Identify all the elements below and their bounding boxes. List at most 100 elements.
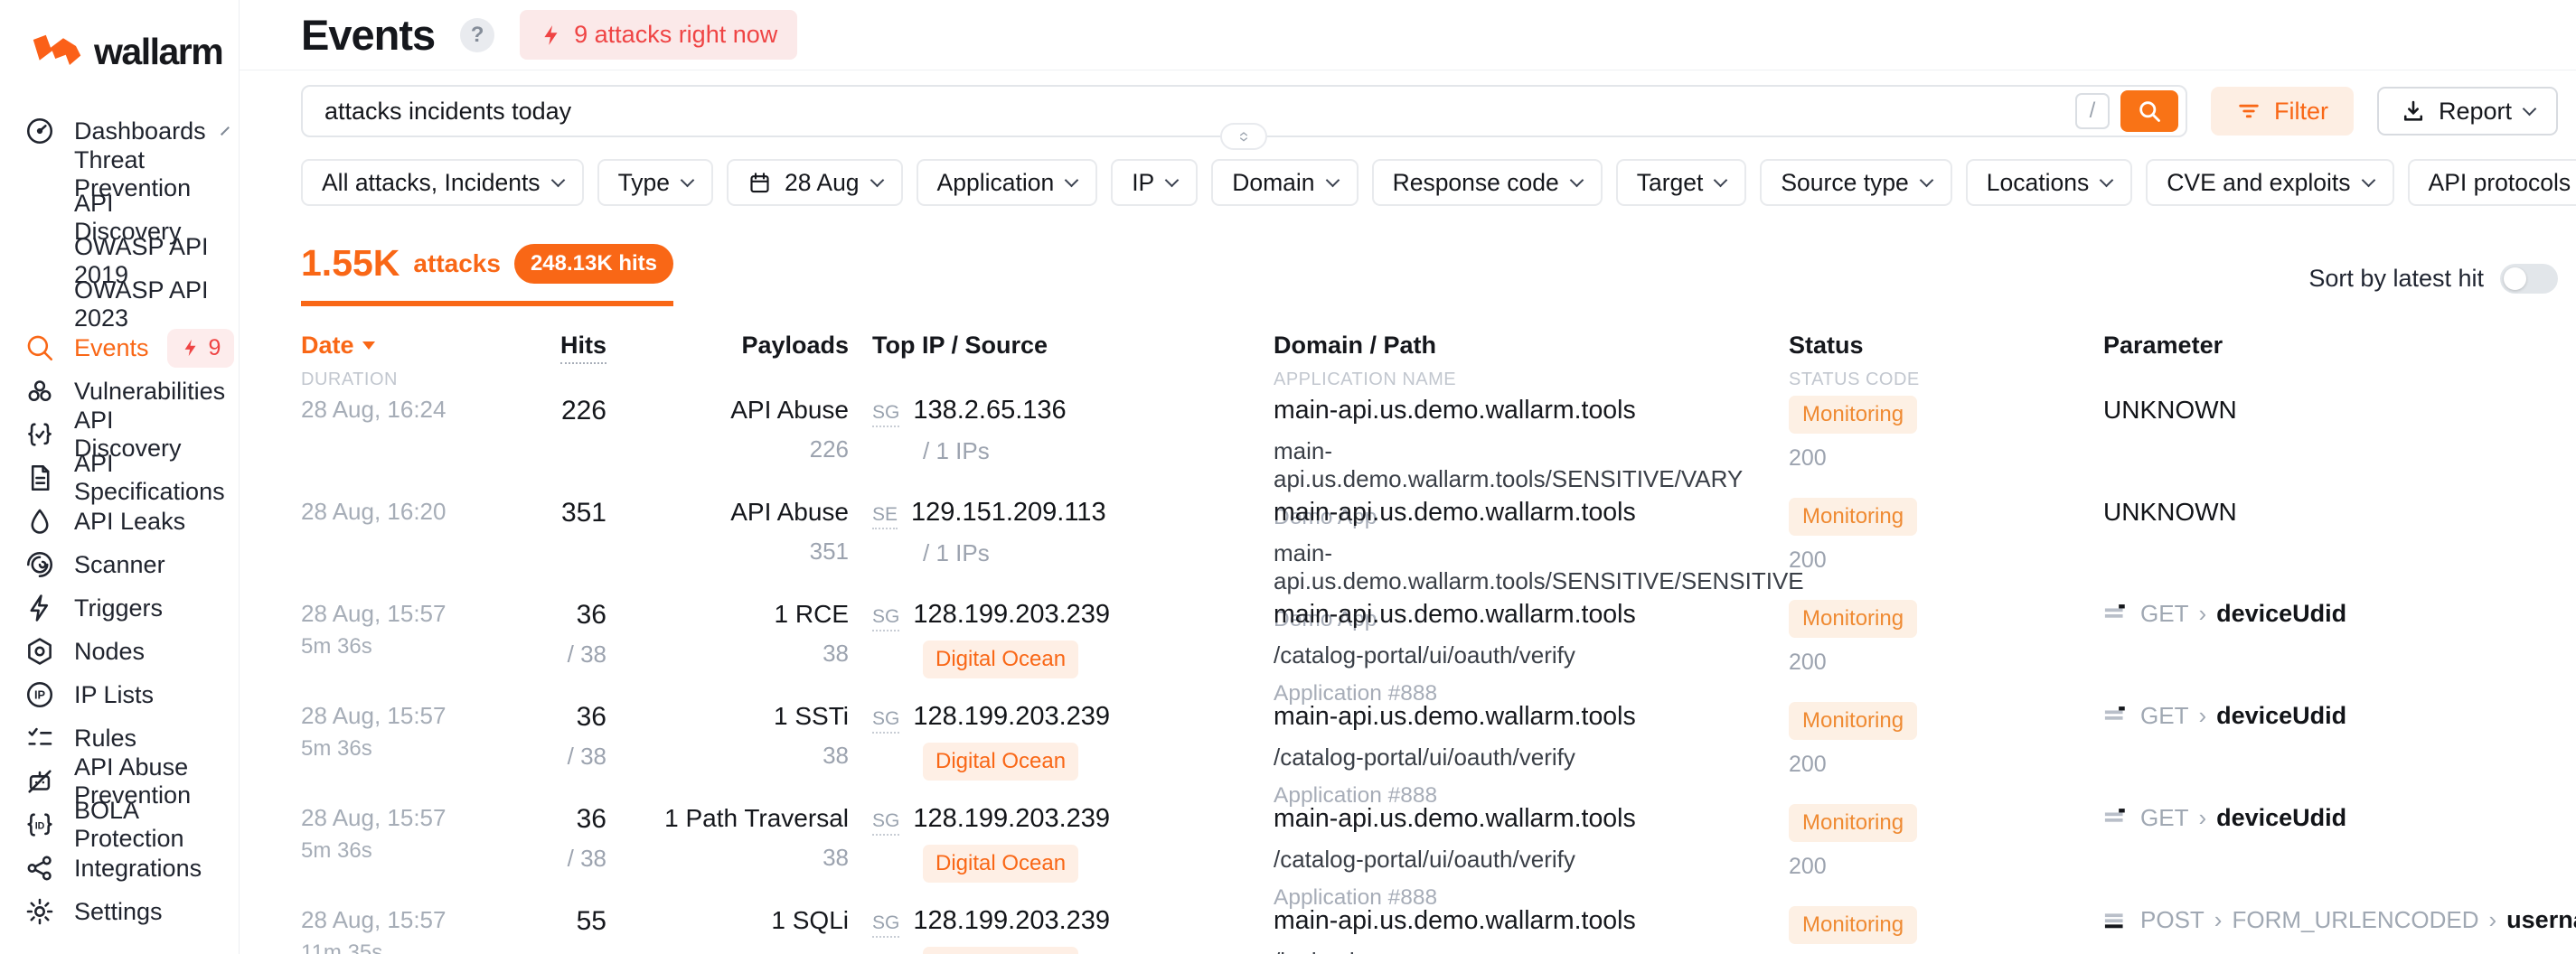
status-code: 200 [1789,854,2078,880]
column-header-domain: Domain / Path [1274,332,1789,360]
event-date: 28 Aug, 15:57 [301,804,527,831]
event-path: /login.php [1274,948,1789,954]
chip-type[interactable]: Type [597,159,713,206]
sidebar-item-triggers[interactable]: Triggers [0,586,239,630]
sort-control: Sort by latest hit [2308,264,2558,306]
chip-date[interactable]: 28 Aug [727,159,903,206]
chevron-down-icon [221,126,230,136]
chevron-separator: › [2198,600,2206,628]
sidebar-item-api-specifications[interactable]: API Specifications [0,456,239,500]
event-path: /catalog-portal/ui/oauth/verify [1274,744,1789,772]
sidebar-item-events[interactable]: Events 9 [0,326,239,369]
events-badge-count: 9 [209,335,221,361]
sidebar-item-ip-lists[interactable]: IP IP Lists [0,673,239,716]
column-header-date[interactable]: Date [301,332,527,360]
search-button[interactable] [2120,90,2178,132]
search-input[interactable] [324,98,2075,126]
table-row[interactable]: 28 Aug, 15:57 5m 36s 36 / 38 1 RCE 38 SG [301,600,2558,702]
chip-ip[interactable]: IP [1111,159,1198,206]
chip-source-type[interactable]: Source type [1760,159,1951,206]
attacks-tab[interactable]: 1.55K attacks 248.13K hits [301,242,673,306]
attacks-right-now-label: 9 attacks right now [574,21,777,49]
chevron-down-icon [1920,173,1934,187]
status-badge: Monitoring [1789,498,1917,536]
column-header-payloads: Payloads [741,332,849,359]
chip-label: IP [1132,169,1154,197]
chevron-down-icon [1065,173,1079,187]
main-area: Events ? 9 attacks right now / [240,0,2576,954]
chevron-separator: › [2198,804,2206,832]
ip-circle-icon: IP [24,678,56,711]
chip-application[interactable]: Application [917,159,1098,206]
report-button[interactable]: Report [2377,87,2558,136]
sidebar-item-label: IP Lists [74,681,154,709]
param-method: GET [2140,804,2188,832]
sidebar-item-integrations[interactable]: Integrations [0,846,239,890]
event-hits-total: / 38 [527,743,606,771]
column-header-status: Status [1789,332,2078,360]
sort-toggle[interactable] [2500,264,2558,294]
event-duration: 5m 36s [301,633,527,660]
chevron-down-icon [1569,173,1584,187]
chip-response-code[interactable]: Response code [1372,159,1603,206]
braces-id-icon: ID [24,809,56,841]
event-date: 28 Aug, 16:24 [301,396,527,423]
hexagon-icon [24,635,56,668]
event-date: 28 Aug, 15:57 [301,600,527,627]
event-hits: 351 [527,498,606,528]
status-code: 200 [1789,752,2078,778]
table-row[interactable]: 28 Aug, 15:57 5m 36s 36 / 38 1 Path Trav… [301,804,2558,906]
svg-text:IP: IP [34,688,46,702]
event-domain: main-api.us.demo.wallarm.tools [1274,804,1789,834]
sidebar-item-scanner[interactable]: Scanner [0,543,239,586]
event-domain: main-api.us.demo.wallarm.tools [1274,906,1789,936]
event-payload-type: 1 SSTi [606,702,849,731]
wallarm-logo[interactable]: wallarm [31,31,239,73]
column-subheader-application: APPLICATION NAME [1274,369,1789,390]
filter-chips-row: All attacks, Incidents Type 28 Aug Appli… [301,159,2558,206]
events-attack-badge: 9 [167,329,235,368]
chip-label: API protocols [2429,169,2571,197]
sidebar-item-bola-protection[interactable]: ID BOLA Protection [0,803,239,846]
status-code: 200 [1789,445,2078,472]
braces-check-icon [24,418,56,451]
chevron-separator: › [2489,906,2497,934]
filter-button[interactable]: Filter [2211,87,2354,136]
search-icon [2137,98,2162,124]
help-icon[interactable]: ? [460,18,494,52]
table-row[interactable]: 28 Aug, 15:57 11m 35s 55 1 SQLi SG 128.1… [301,906,2558,954]
chip-api-protocols[interactable]: API protocols [2408,159,2576,206]
param-name: username [2506,906,2576,934]
chip-locations[interactable]: Locations [1966,159,2132,206]
chip-domain[interactable]: Domain [1211,159,1358,206]
table-row[interactable]: 28 Aug, 16:20 351 API Abuse 351 SE 129.1… [301,498,2558,600]
chip-target[interactable]: Target [1616,159,1747,206]
column-subheader-duration: DURATION [301,369,527,390]
slash-shortcut-key: / [2075,93,2110,129]
sidebar-item-label: API Specifications [74,450,225,506]
sidebar-item-settings[interactable]: Settings [0,890,239,933]
chip-cve-exploits[interactable]: CVE and exploits [2146,159,2393,206]
chevron-down-icon [681,173,695,187]
column-header-hits[interactable]: Hits [560,332,606,364]
table-row[interactable]: 28 Aug, 16:24 226 API Abuse 226 SG 138.2… [301,396,2558,498]
page-header: Events ? 9 attacks right now [240,0,2576,70]
chevron-down-icon [2361,173,2375,187]
chip-label: Domain [1232,169,1314,197]
chevron-down-icon [1325,173,1340,187]
attacks-right-now-badge[interactable]: 9 attacks right now [520,10,797,60]
sidebar-item-api-leaks[interactable]: API Leaks [0,500,239,543]
chevron-separator: › [2198,702,2206,730]
chip-label: Source type [1781,169,1908,197]
table-row[interactable]: 28 Aug, 15:57 5m 36s 36 / 38 1 SSTi 38 S… [301,702,2558,804]
search-expander-button[interactable] [1220,123,1267,150]
spiral-icon [24,548,56,581]
chip-attacks-incidents[interactable]: All attacks, Incidents [301,159,584,206]
source-provider-badge: Digital Ocean [923,743,1078,781]
sidebar-item-nodes[interactable]: Nodes [0,630,239,673]
summary-row: 1.55K attacks 248.13K hits Sort by lates… [301,242,2558,306]
event-payload-count: 38 [606,640,849,668]
event-payload-count: 38 [606,844,849,872]
sidebar-item-owasp-api-2023[interactable]: OWASP API 2023 [0,283,239,326]
parameter-location-icon [2103,706,2130,727]
